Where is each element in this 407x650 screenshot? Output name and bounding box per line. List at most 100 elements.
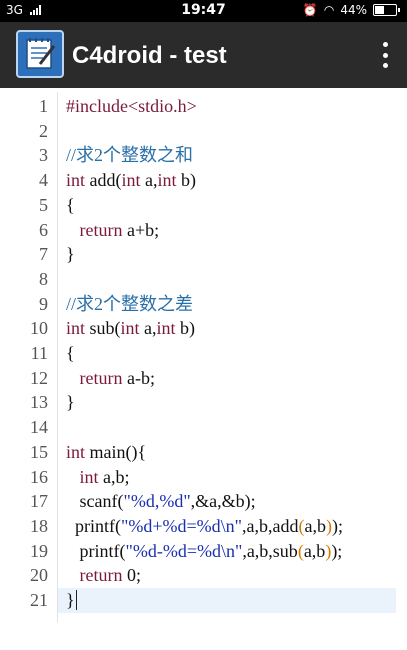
overflow-menu-icon[interactable] <box>381 42 389 68</box>
line-number: 2 <box>39 120 48 141</box>
code-line[interactable]: 13} <box>0 390 407 415</box>
code-token-keyword: return <box>79 219 123 240</box>
code-token-text: } <box>66 392 75 413</box>
code-token-text: } <box>66 590 75 610</box>
code-token-text: a,b <box>303 540 326 561</box>
battery-icon <box>373 4 400 16</box>
code-token-keyword: int <box>120 318 140 339</box>
line-number: 15 <box>30 441 48 462</box>
editor-bottom-space <box>0 622 407 650</box>
code-token-keyword: int <box>121 170 141 191</box>
code-text: printf("%d+%d=%d\n",a,b,add(a,b)); <box>66 514 343 539</box>
code-editor[interactable]: 1 #include<stdio.h> 2 3//求2个整数之和 4 int add(in… <box>0 92 407 622</box>
code-line[interactable]: 14 <box>0 415 407 440</box>
code-line[interactable]: 9 //求2个整数之差 <box>0 292 407 317</box>
code-token-text: a,b; <box>98 466 130 487</box>
code-line[interactable]: 12 return a-b; <box>0 366 407 391</box>
status-right: ⏰ ◠ 44% <box>302 3 400 17</box>
code-token-text: b) <box>176 170 197 191</box>
code-text: printf("%d-%d=%d\n",a,b,sub(a,b)); <box>66 539 343 564</box>
code-line[interactable]: 20 return 0; <box>0 563 407 588</box>
code-token-comment: //求2个整数之差 <box>66 293 194 314</box>
code-line[interactable]: 7} <box>0 242 407 267</box>
code-line[interactable]: 15 int main(){ <box>0 440 407 465</box>
code-line[interactable]: 19 printf("%d-%d=%d\n",a,b,sub(a,b)); <box>0 539 407 564</box>
code-token-keyword: int <box>66 170 86 191</box>
app-bar: C4droid - test <box>0 22 407 88</box>
code-line[interactable]: 11 { <box>0 341 407 366</box>
code-token-keyword: int <box>157 170 177 191</box>
line-number: 1 <box>39 96 48 116</box>
code-token-text: b) <box>175 318 196 339</box>
code-text: return a+b; <box>66 218 160 243</box>
code-token-text: } <box>66 244 75 265</box>
code-token-text: ); <box>331 540 343 561</box>
line-number: 20 <box>30 565 48 586</box>
code-text: } <box>66 242 75 267</box>
code-line[interactable]: 1 #include<stdio.h> <box>0 94 407 119</box>
code-text: int add(int a,int b) <box>66 168 196 193</box>
line-number: 11 <box>30 343 48 363</box>
code-text: { <box>66 341 75 366</box>
code-text: //求2个整数之和 <box>66 143 193 168</box>
line-number: 16 <box>30 466 48 487</box>
code-line[interactable]: 17 scanf("%d,%d",&a,&b); <box>0 489 407 514</box>
notepad-pen-glyph <box>26 38 56 69</box>
code-line[interactable]: 21} <box>0 588 407 613</box>
code-text: } <box>66 588 77 613</box>
battery-percent: 44% <box>340 3 367 17</box>
code-token-text: 0; <box>122 565 141 586</box>
line-number: 17 <box>30 491 48 512</box>
code-line[interactable]: 10 int sub(int a,int b) <box>0 316 407 341</box>
line-number: 3 <box>39 145 48 166</box>
code-line[interactable]: 4 int add(int a,int b) <box>0 168 407 193</box>
code-token-text: ,a,b,add <box>241 515 299 536</box>
code-text: int main(){ <box>66 440 146 465</box>
code-text: //求2个整数之差 <box>66 292 193 317</box>
code-token-text: ); <box>331 515 343 536</box>
code-token-text: sub( <box>85 318 121 339</box>
code-text: return a-b; <box>66 366 155 391</box>
code-line[interactable]: 6 return a+b; <box>0 218 407 243</box>
line-number: 6 <box>39 219 48 240</box>
line-number: 9 <box>39 293 48 314</box>
code-token-keyword: int <box>156 318 176 339</box>
code-token-string: "%d+%d=%d\n" <box>120 515 242 536</box>
code-text: int a,b; <box>66 465 130 490</box>
code-line[interactable]: 18 printf("%d+%d=%d\n",a,b,add(a,b)); <box>0 514 407 539</box>
menu-dot <box>382 63 388 68</box>
code-line[interactable]: 16 int a,b; <box>0 465 407 490</box>
code-line[interactable]: 3 //求2个整数之和 <box>0 143 407 168</box>
wifi-icon: ◠ <box>323 3 335 17</box>
code-line[interactable]: 5{ <box>0 193 407 218</box>
code-token-text: a+b; <box>122 219 160 240</box>
code-token-text: { <box>66 343 75 363</box>
code-text: return 0; <box>66 563 142 588</box>
line-number: 18 <box>30 515 48 536</box>
notepad-pen-icon[interactable] <box>16 30 64 78</box>
line-number: 4 <box>39 170 48 191</box>
code-token-keyword: int <box>79 466 99 487</box>
code-token-text: add( <box>85 170 122 191</box>
code-token-text: main(){ <box>85 441 147 462</box>
code-token-text: a, <box>139 318 157 339</box>
code-token-text: { <box>66 194 75 215</box>
code-token-preprocessor: #include<stdio.h> <box>66 96 197 116</box>
code-token-keyword: int <box>66 441 86 462</box>
line-number: 21 <box>30 590 48 610</box>
code-token-text: scanf( <box>66 491 124 512</box>
alarm-icon: ⏰ <box>302 3 318 17</box>
line-number: 13 <box>30 392 48 413</box>
line-number: 12 <box>30 367 48 388</box>
code-text: { <box>66 193 75 218</box>
code-token-string: "%d-%d=%d\n" <box>125 540 243 561</box>
line-number: 10 <box>30 318 48 339</box>
code-line[interactable]: 8 <box>0 267 407 292</box>
code-text: int sub(int a,int b) <box>66 316 195 341</box>
line-number: 7 <box>39 244 48 265</box>
code-line[interactable]: 2 <box>0 119 407 144</box>
text-cursor <box>75 590 77 610</box>
